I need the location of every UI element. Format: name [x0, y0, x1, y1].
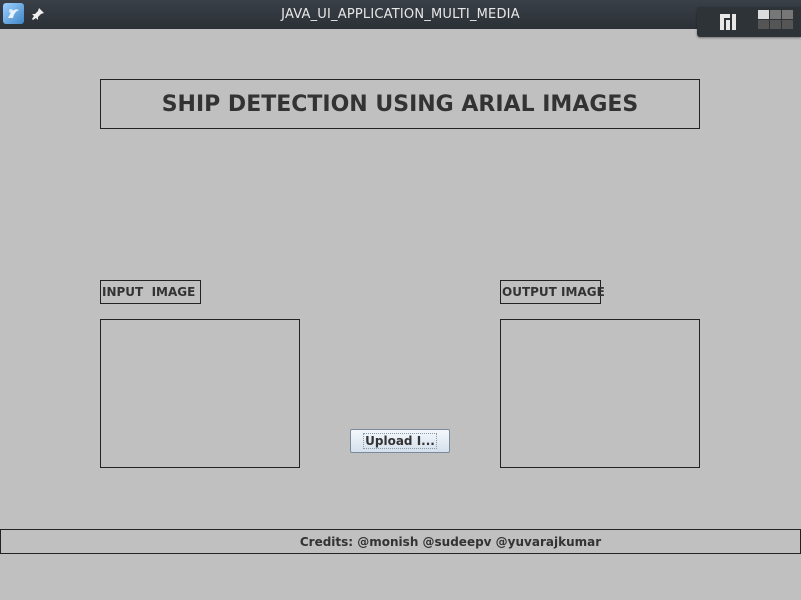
workspace-2-button[interactable]	[770, 10, 781, 19]
credits-bar: Credits: @monish @sudeepv @yuvarajkumar	[0, 529, 801, 554]
input-image-label: INPUT IMAGE	[100, 280, 201, 304]
workspace-6-button[interactable]	[782, 20, 793, 29]
manjaro-logo-icon[interactable]	[720, 14, 736, 30]
window-titlebar[interactable]: JAVA_UI_APPLICATION_MULTI_MEDIA	[0, 0, 801, 37]
system-tray	[697, 7, 801, 37]
workspace-5-button[interactable]	[782, 10, 793, 19]
output-image-label: OUTPUT IMAGE	[500, 280, 605, 304]
workspace-1-button[interactable]	[758, 10, 769, 19]
page-title: SHIP DETECTION USING ARIAL IMAGES	[161, 91, 639, 117]
output-image-panel	[500, 319, 700, 468]
page-title-box: SHIP DETECTION USING ARIAL IMAGES	[100, 79, 700, 129]
upload-button-label: Upload I...	[363, 433, 437, 449]
window-title: JAVA_UI_APPLICATION_MULTI_MEDIA	[281, 7, 520, 22]
workspace-4-button[interactable]	[770, 20, 781, 29]
workspace-3-button[interactable]	[758, 20, 769, 29]
input-image-panel	[100, 319, 300, 468]
credits-text: Credits: @monish @sudeepv @yuvarajkumar	[299, 534, 602, 549]
upload-image-button[interactable]: Upload I...	[350, 429, 450, 453]
